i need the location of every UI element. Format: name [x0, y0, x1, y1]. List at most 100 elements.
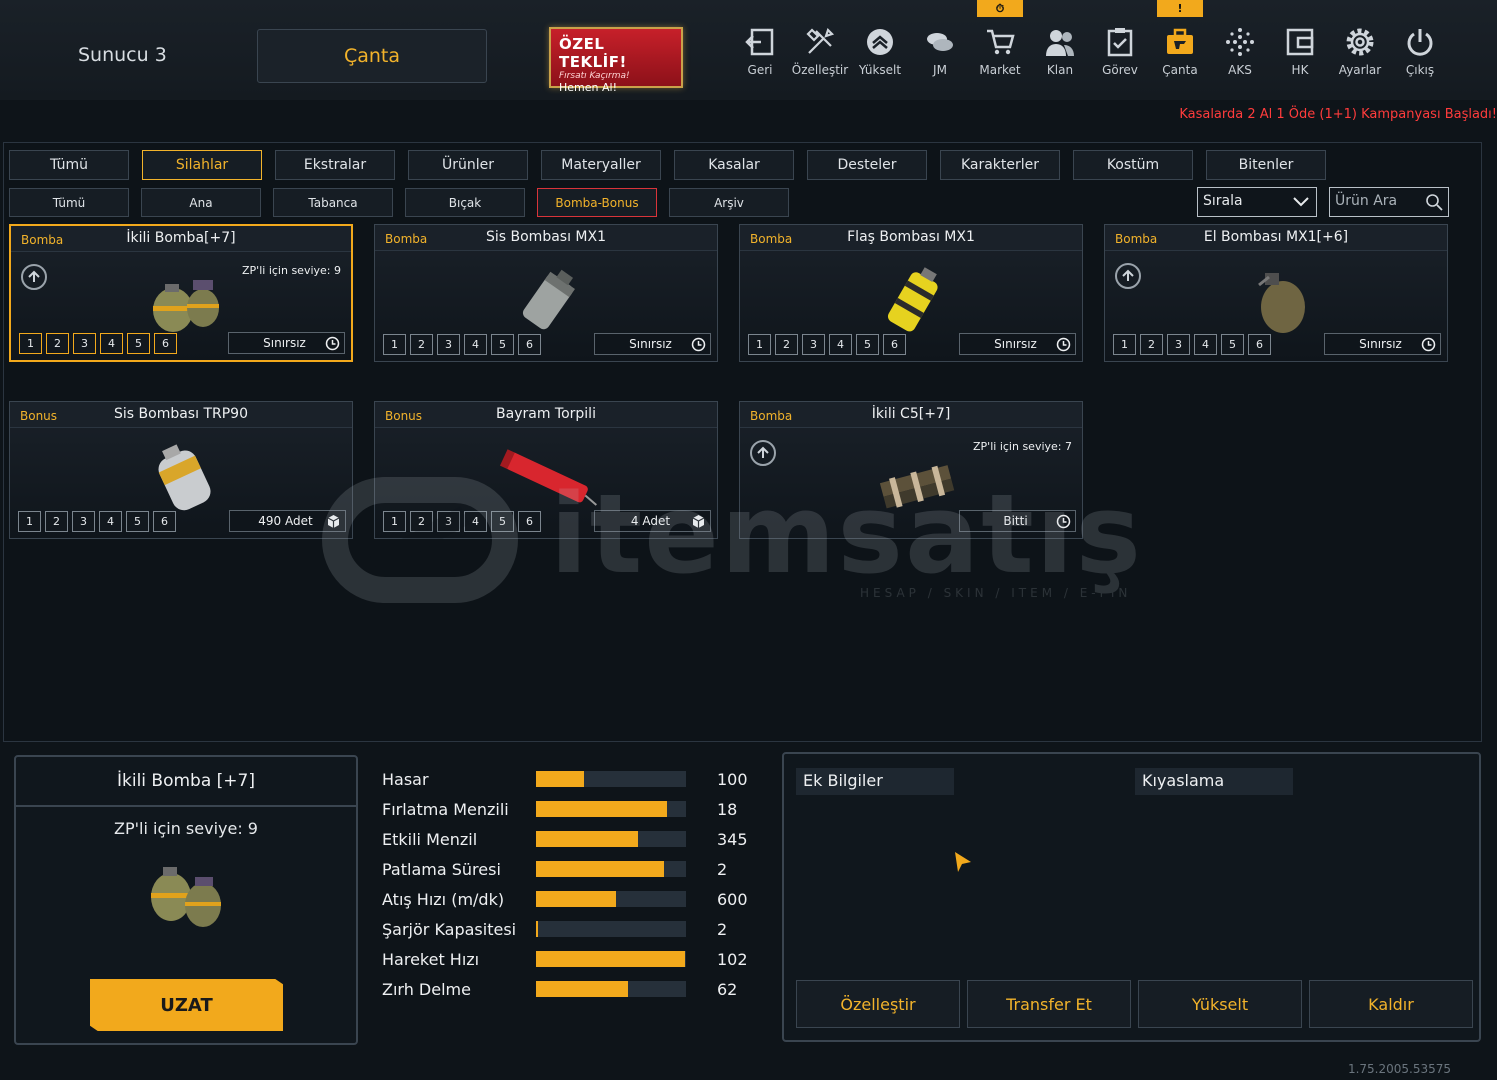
- nav-market[interactable]: ⏱ Market: [970, 0, 1030, 86]
- upgrade-arrow-icon[interactable]: [21, 264, 47, 290]
- nav-exit[interactable]: Çıkış: [1390, 26, 1450, 86]
- compare-header[interactable]: Kıyaslama: [1135, 768, 1293, 795]
- level-button[interactable]: 3: [73, 333, 96, 354]
- tab-materials[interactable]: Materyaller: [541, 150, 661, 180]
- level-button[interactable]: 6: [154, 333, 177, 354]
- tab-all[interactable]: Tümü: [9, 150, 129, 180]
- nav-bag[interactable]: ! Çanta: [1150, 0, 1210, 86]
- level-button[interactable]: 6: [518, 334, 541, 355]
- detail-item-image: [151, 867, 221, 927]
- level-button[interactable]: 6: [1248, 334, 1271, 355]
- version-label: 1.75.2005.53575: [1347, 1062, 1451, 1076]
- level-button[interactable]: 2: [45, 511, 68, 532]
- level-button[interactable]: 1: [19, 333, 42, 354]
- nav-hk[interactable]: HK: [1270, 26, 1330, 86]
- level-button[interactable]: 6: [518, 511, 541, 532]
- subtab-all[interactable]: Tümü: [9, 188, 129, 217]
- nav-upgrade[interactable]: Yükselt: [850, 26, 910, 86]
- level-button[interactable]: 5: [126, 511, 149, 532]
- level-button[interactable]: 2: [1140, 334, 1163, 355]
- level-button[interactable]: 1: [18, 511, 41, 532]
- level-button[interactable]: 1: [383, 511, 406, 532]
- transfer-button[interactable]: Transfer Et: [967, 980, 1131, 1028]
- item-card[interactable]: Bomba Sis Bombası MX1 1 2 3 4 5 6 Sınırs…: [374, 224, 718, 362]
- extra-info-header[interactable]: Ek Bilgiler: [796, 768, 954, 795]
- level-button[interactable]: 3: [437, 511, 460, 532]
- nav-missions[interactable]: Görev: [1090, 26, 1150, 86]
- level-button[interactable]: 3: [802, 334, 825, 355]
- firecracker-image: [499, 449, 597, 506]
- level-button[interactable]: 6: [153, 511, 176, 532]
- item-card[interactable]: Bonus Sis Bombası TRP90 1 2 3 4 5 6 490 …: [9, 401, 353, 539]
- subtab-archive[interactable]: Arşiv: [669, 188, 789, 217]
- c5-explosive-image: [879, 465, 955, 509]
- level-button[interactable]: 1: [1113, 334, 1136, 355]
- level-button[interactable]: 3: [437, 334, 460, 355]
- level-button[interactable]: 4: [1194, 334, 1217, 355]
- level-button[interactable]: 1: [383, 334, 406, 355]
- item-card[interactable]: Bomba İkili Bomba[+7] ZP'li için seviye:…: [9, 224, 353, 362]
- upgrade-button[interactable]: Yükselt: [1138, 980, 1302, 1028]
- tab-products[interactable]: Ürünler: [408, 150, 528, 180]
- smoke-grenade-trp90-image: [158, 444, 211, 511]
- card-header: Bonus Sis Bombası TRP90: [10, 402, 352, 428]
- subtab-main[interactable]: Ana: [141, 188, 261, 217]
- tab-extras[interactable]: Ekstralar: [275, 150, 395, 180]
- level-button[interactable]: 5: [491, 334, 514, 355]
- tab-crates[interactable]: Kasalar: [674, 150, 794, 180]
- special-offer-banner[interactable]: ÖZEL TEKLİF! Fırsatı Kaçırma! Hemen Al!: [549, 27, 683, 94]
- level-button[interactable]: 3: [72, 511, 95, 532]
- tab-weapons[interactable]: Silahlar: [142, 150, 262, 180]
- extend-button[interactable]: UZAT: [90, 979, 283, 1031]
- item-requirement: ZP'li için seviye: 7: [973, 440, 1072, 453]
- stat-value: 18: [717, 799, 738, 819]
- item-card[interactable]: Bonus Bayram Torpili 1 2 3 4 5 6 4 Adet: [374, 401, 718, 539]
- level-button[interactable]: 3: [1167, 334, 1190, 355]
- bag-icon: [1167, 28, 1193, 54]
- upgrade-arrow-icon[interactable]: [1115, 263, 1141, 289]
- item-card[interactable]: Bomba İkili C5[+7] ZP'li için seviye: 7 …: [739, 401, 1083, 539]
- level-button[interactable]: 6: [883, 334, 906, 355]
- level-button[interactable]: 4: [99, 511, 122, 532]
- tab-costume[interactable]: Kostüm: [1073, 150, 1193, 180]
- subtab-pistol[interactable]: Tabanca: [273, 188, 393, 217]
- level-button[interactable]: 4: [829, 334, 852, 355]
- subtab-knife[interactable]: Bıçak: [405, 188, 525, 217]
- tab-decks[interactable]: Desteler: [807, 150, 927, 180]
- level-button[interactable]: 2: [410, 511, 433, 532]
- smoke-grenade-image: [522, 269, 575, 330]
- item-card[interactable]: Bomba Flaş Bombası MX1 1 2 3 4 5 6 Sınır…: [739, 224, 1083, 362]
- search-placeholder: Ürün Ara: [1335, 193, 1398, 209]
- nav-back[interactable]: Geri: [730, 26, 790, 86]
- subtab-bomb-bonus[interactable]: Bomba-Bonus: [537, 188, 657, 217]
- level-button[interactable]: 5: [491, 511, 514, 532]
- nav-jm[interactable]: JM: [910, 26, 970, 86]
- tab-expired[interactable]: Bitenler: [1206, 150, 1326, 180]
- customize-button[interactable]: Özelleştir: [796, 980, 960, 1028]
- level-button[interactable]: 1: [748, 334, 771, 355]
- weapon-subtabs: Tümü Ana Tabanca Bıçak Bomba-Bonus Arşiv: [9, 188, 789, 217]
- upgrade-arrow-icon[interactable]: [750, 440, 776, 466]
- level-button[interactable]: 4: [464, 334, 487, 355]
- search-input[interactable]: Ürün Ara: [1329, 187, 1449, 217]
- level-button[interactable]: 5: [127, 333, 150, 354]
- level-button[interactable]: 2: [410, 334, 433, 355]
- level-button[interactable]: 5: [1221, 334, 1244, 355]
- level-button[interactable]: 2: [46, 333, 69, 354]
- nav-aks[interactable]: AKS: [1210, 26, 1270, 86]
- sort-dropdown[interactable]: Sırala: [1197, 187, 1317, 217]
- nav-customize[interactable]: Özelleştir: [790, 26, 850, 86]
- item-card[interactable]: Bomba El Bombası MX1[+6] 1 2 3 4 5 6 Sın…: [1104, 224, 1448, 362]
- tab-characters[interactable]: Karakterler: [940, 150, 1060, 180]
- level-button[interactable]: 5: [856, 334, 879, 355]
- card-header: Bonus Bayram Torpili: [375, 402, 717, 428]
- level-button[interactable]: 2: [775, 334, 798, 355]
- frag-grenade-image: [1258, 273, 1305, 333]
- stat-bar: [536, 861, 686, 877]
- level-button[interactable]: 4: [464, 511, 487, 532]
- remove-button[interactable]: Kaldır: [1309, 980, 1473, 1028]
- item-quantity: 490 Adet: [229, 510, 346, 532]
- nav-settings[interactable]: Ayarlar: [1330, 26, 1390, 86]
- level-button[interactable]: 4: [100, 333, 123, 354]
- nav-clan[interactable]: Klan: [1030, 26, 1090, 86]
